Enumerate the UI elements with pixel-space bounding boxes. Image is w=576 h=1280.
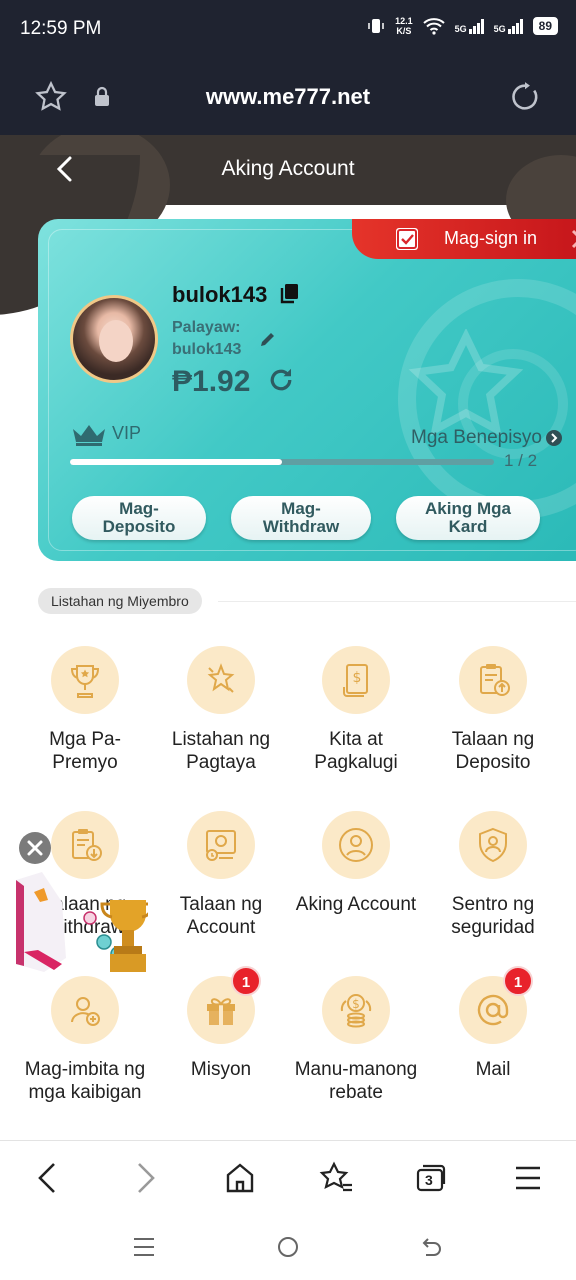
copy-icon[interactable] (279, 283, 299, 305)
menu-item-label: Talaan ng Account (179, 894, 263, 938)
menu-item-label: Kita at Pagkalugi (314, 729, 398, 773)
signal-5g-1: 5G (455, 18, 484, 34)
coins-icon: $ (322, 976, 390, 1044)
refresh-icon[interactable] (266, 365, 296, 395)
status-time: 12:59 PM (20, 18, 102, 39)
user-circle-icon (322, 811, 390, 879)
menu-item-rewards[interactable]: Mga Pa-Premyo (15, 646, 155, 774)
recent-apps-icon[interactable] (132, 1235, 156, 1259)
net-speed-unit: K/S (396, 26, 412, 36)
menu-item-invite-friends[interactable]: Mag-imbita ng mga kaibigan (15, 976, 155, 1104)
vibrate-icon (368, 19, 384, 33)
menu-item-label: Mga Pa-Premyo (49, 729, 121, 773)
vip-progress-bar (70, 459, 494, 465)
browser-bar: www.me777.net (0, 58, 576, 135)
svg-text:$: $ (353, 670, 362, 686)
system-nav-bar (0, 1219, 576, 1280)
sign-in-banner[interactable]: Mag-sign in (352, 219, 576, 259)
status-bar: 12:59 PM 12.1 K/S 5G 5G 89 (0, 0, 576, 58)
edit-pencil-icon[interactable] (258, 329, 278, 349)
menu-icon[interactable] (514, 1165, 542, 1191)
menu-item-deposit-record[interactable]: Talaan ng Deposito (423, 646, 563, 774)
chevron-circle-icon[interactable] (546, 430, 562, 446)
nickname-label: Palayaw: (172, 319, 241, 336)
signal-label-1: 5G (454, 24, 467, 34)
reload-icon[interactable] (508, 80, 542, 114)
sign-in-label: Mag-sign in (444, 228, 538, 248)
my-cards-button[interactable]: Aking Mga Kard (396, 496, 540, 540)
chevron-right-icon (571, 229, 576, 249)
shield-user-icon (459, 811, 527, 879)
stars-icon (187, 646, 255, 714)
page-title: Aking Account (221, 157, 355, 180)
menu-item-manual-rebate[interactable]: $ Manu-manong rebate (286, 976, 426, 1104)
menu-item-label: Misyon (190, 1059, 252, 1080)
notification-badge: 1 (503, 966, 533, 996)
menu-item-label: Aking Account (295, 894, 417, 915)
menu-item-label: Mag-imbita ng mga kaibigan (24, 1059, 146, 1103)
menu-item-label: Manu-manong rebate (294, 1059, 418, 1103)
account-record-icon (187, 811, 255, 879)
url-text[interactable]: www.me777.net (0, 84, 576, 110)
signal-label-2: 5G (493, 24, 506, 34)
deposit-button[interactable]: Mag-Deposito (72, 496, 206, 540)
menu-item-account-record[interactable]: Talaan ng Account (151, 811, 291, 939)
add-user-icon (51, 976, 119, 1044)
avatar[interactable] (70, 295, 158, 383)
back-icon[interactable] (34, 1161, 60, 1195)
username: bulok143 (172, 282, 268, 307)
star-watermark-icon (408, 329, 524, 437)
system-back-icon[interactable] (420, 1235, 444, 1259)
menu-item-label: Mail (475, 1059, 511, 1080)
home-icon[interactable] (224, 1161, 256, 1195)
menu-item-label: Sentro ng seguridad (451, 894, 535, 938)
clipboard-up-icon (459, 646, 527, 714)
tabs-icon[interactable]: 3 (415, 1163, 447, 1193)
tabs-count: 3 (425, 1172, 433, 1188)
withdraw-button[interactable]: Mag-Withdraw (231, 496, 371, 540)
close-icon[interactable] (19, 832, 51, 864)
menu-item-profit-loss[interactable]: $ Kita at Pagkalugi (286, 646, 426, 774)
bookmarks-icon[interactable] (318, 1161, 354, 1195)
checkbox-icon (396, 228, 418, 250)
menu-item-label: Listahan ng Pagtaya (171, 729, 271, 773)
menu-item-my-account[interactable]: Aking Account (286, 811, 426, 916)
menu-item-bet-list[interactable]: Listahan ng Pagtaya (151, 646, 291, 774)
net-speed: 12.1 K/S (395, 16, 413, 36)
menu-item-mission[interactable]: 1 Misyon (151, 966, 291, 1081)
menu-item-label: Talaan ng Deposito (451, 729, 535, 773)
forward-icon[interactable] (133, 1161, 159, 1195)
vip-progress-fill (70, 459, 282, 465)
vip-progress-count: 1 / 2 (504, 451, 538, 470)
at-sign-icon: 1 (459, 966, 533, 1044)
home-circle-icon[interactable] (276, 1235, 300, 1259)
trophy-icon (51, 646, 119, 714)
floating-promo-banner[interactable] (14, 868, 154, 978)
notification-badge: 1 (231, 966, 261, 996)
account-card: Mag-sign in bulok143 Palayaw: bulok143 ₱… (38, 219, 576, 561)
signal-5g-2: 5G (494, 18, 523, 34)
menu-item-mail[interactable]: 1 Mail (423, 966, 563, 1081)
balance-amount: ₱1.92 (172, 365, 251, 398)
gift-icon: 1 (187, 966, 261, 1044)
svg-text:$: $ (352, 997, 360, 1011)
dollar-doc-icon: $ (322, 646, 390, 714)
browser-nav-bar: 3 (0, 1141, 576, 1219)
menu-item-security-center[interactable]: Sentro ng seguridad (423, 811, 563, 939)
benefits-link[interactable]: Mga Benepisyo (411, 427, 542, 449)
status-icons: 12.1 K/S 5G 5G 89 (367, 16, 558, 36)
battery-indicator: 89 (532, 17, 558, 35)
member-list-tag: Listahan ng Miyembro (38, 588, 202, 614)
net-speed-value: 12.1 (395, 16, 413, 26)
vip-label: VIP (112, 423, 142, 443)
crown-icon (73, 425, 105, 446)
wifi-icon (422, 18, 445, 35)
nickname-value: bulok143 (172, 341, 242, 358)
